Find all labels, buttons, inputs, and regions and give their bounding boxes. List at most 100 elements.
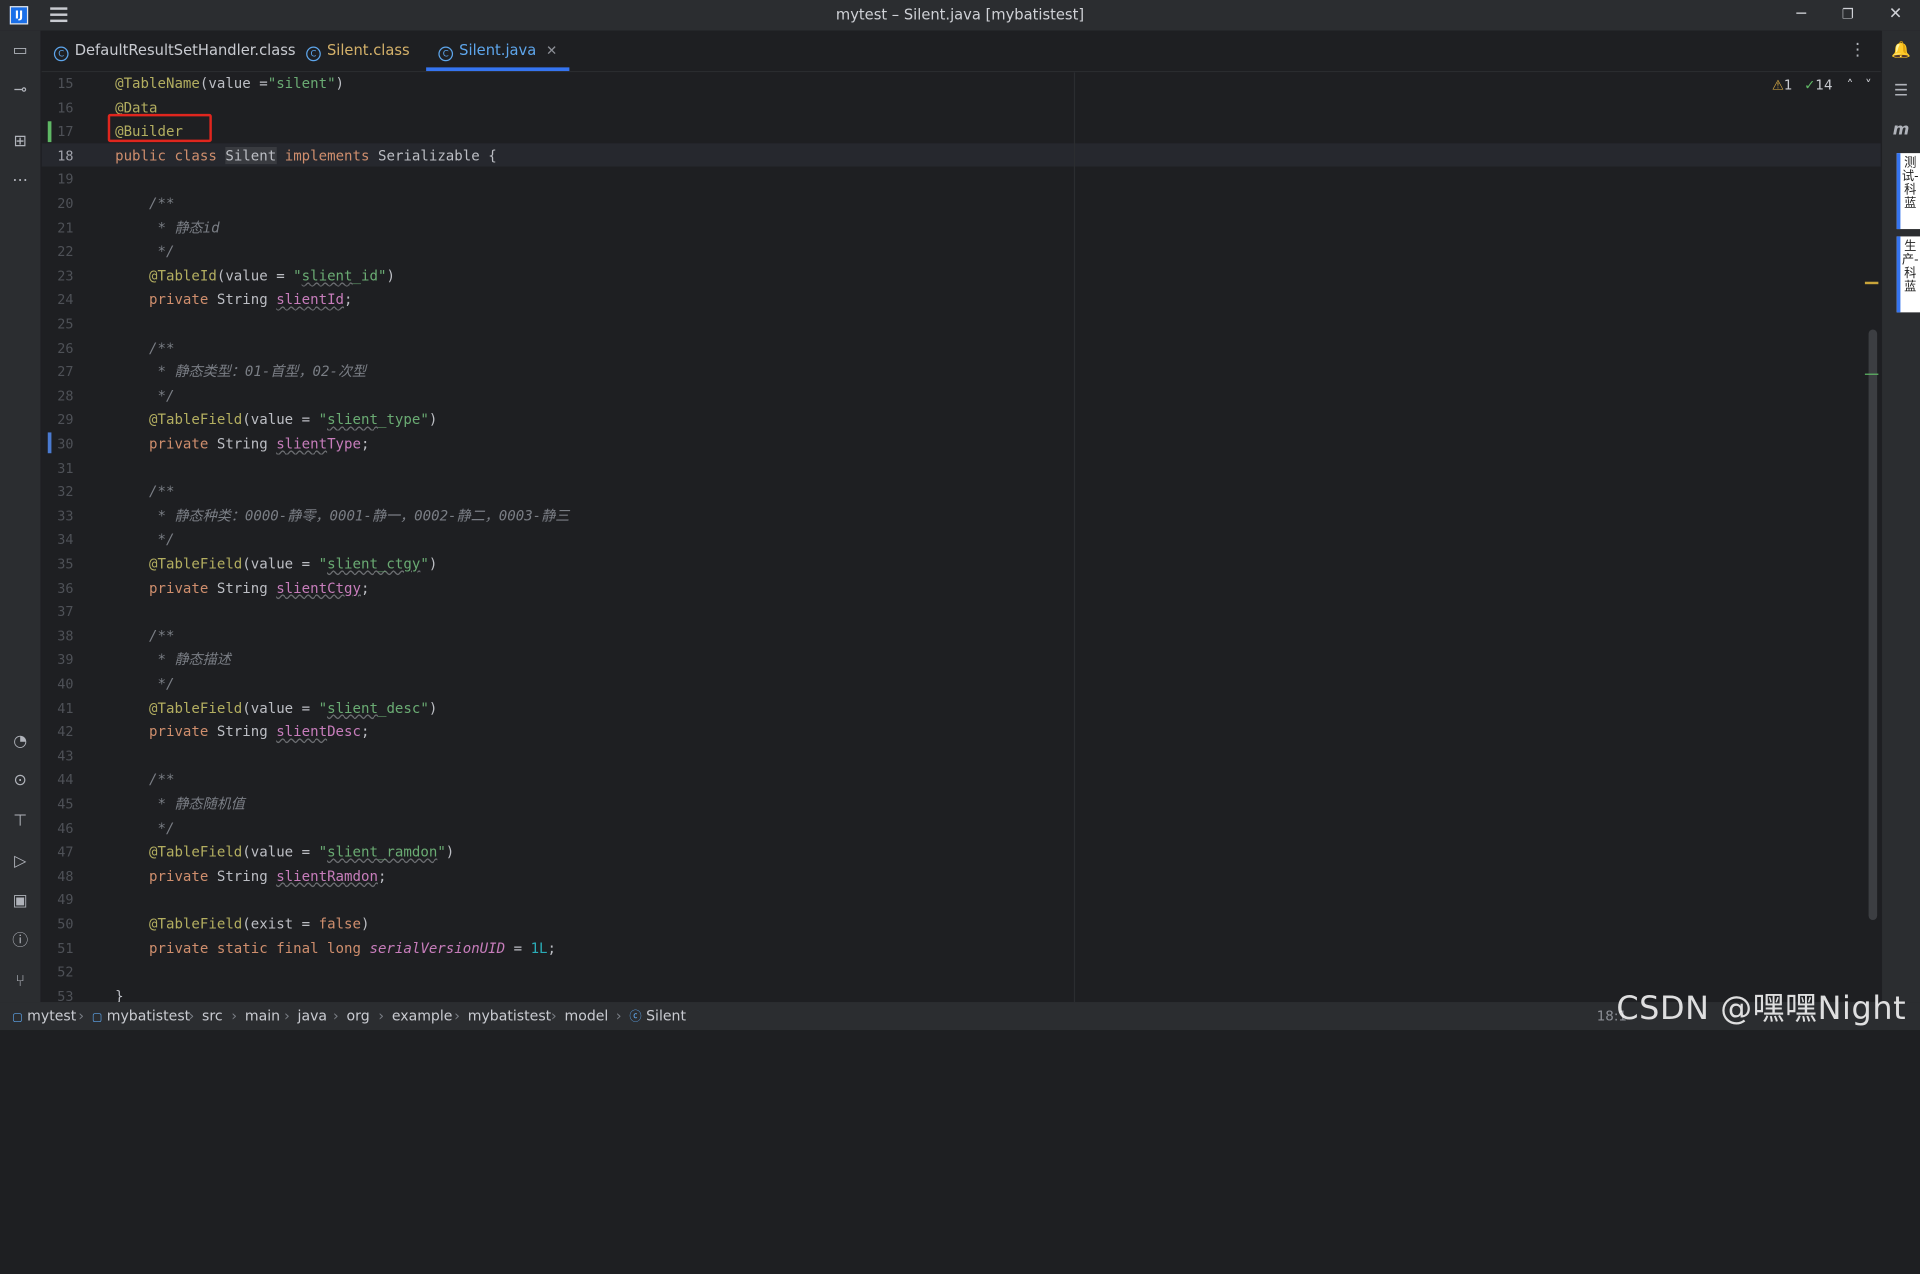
code-line[interactable]: */	[115, 817, 175, 840]
line-number: 31	[57, 460, 74, 477]
tab-defaultresultsethandler[interactable]: C DefaultResultSetHandler.class	[53, 31, 296, 71]
side-tab-prod-kelan[interactable]: 生产-科蓝	[1896, 236, 1920, 313]
tab-silent-java[interactable]: C Silent.java ✕	[426, 31, 570, 72]
profiler-icon[interactable]: ◔	[10, 731, 31, 752]
line-number: 33	[57, 508, 74, 525]
tab-label: Silent.java	[459, 41, 537, 59]
code-line[interactable]: @TableField(value = "slient_desc")	[115, 697, 437, 720]
breadcrumb-item[interactable]: src	[202, 1002, 223, 1030]
chevron-down-icon[interactable]: ˅	[1865, 77, 1872, 93]
project-folder-icon[interactable]: ▭	[10, 40, 31, 61]
code-line[interactable]: private String slientRamdon;	[115, 865, 386, 888]
tab-options-icon[interactable]: ⋮	[1849, 40, 1866, 60]
code-line[interactable]: @TableField(exist = false)	[115, 913, 369, 936]
modified-line-marker[interactable]	[47, 432, 52, 454]
code-line[interactable]: private String slientType;	[115, 432, 369, 455]
vertical-scrollbar[interactable]	[1868, 329, 1878, 920]
right-tool-strip: 🔔 ☰ m 测试-科蓝 生产-科蓝	[1882, 30, 1920, 1003]
tab-label: Silent.class	[326, 41, 410, 59]
code-line[interactable]: private static final long serialVersionU…	[115, 937, 556, 960]
status-bar	[0, 1030, 1920, 1040]
commit-icon[interactable]: ⊸	[10, 80, 31, 101]
line-number: 47	[57, 844, 74, 861]
line-number: 18	[57, 147, 74, 164]
code-line[interactable]: @TableField(value = "slient_ctgy")	[115, 552, 437, 575]
line-number: 43	[57, 748, 74, 765]
code-line[interactable]: /**	[115, 769, 174, 792]
close-tab-icon[interactable]: ✕	[546, 43, 557, 59]
breadcrumb-item[interactable]: model	[564, 1002, 608, 1030]
tab-silent-class[interactable]: C Silent.class	[306, 31, 410, 71]
breadcrumb-separator: ›	[551, 1006, 557, 1025]
code-line[interactable]: * 静态类型：01-首型，02-次型	[115, 360, 367, 383]
code-line[interactable]: */	[115, 673, 175, 696]
code-line[interactable]: public class Silent implements Serializa…	[115, 144, 497, 167]
added-line-marker[interactable]	[47, 121, 52, 143]
breadcrumb-item[interactable]: main	[245, 1002, 280, 1030]
maximize-button[interactable]: ❐	[1834, 4, 1861, 26]
code-line[interactable]: /**	[115, 624, 174, 647]
code-line[interactable]: private String slientDesc;	[115, 721, 369, 744]
code-line[interactable]: * 静态种类：0000-静零，0001-静一，0002-静二，0003-静三	[115, 504, 570, 527]
code-line[interactable]: * 静态描述	[115, 648, 231, 671]
breadcrumb-separator: ›	[284, 1006, 290, 1025]
code-line[interactable]: * 静态随机值	[115, 793, 245, 816]
line-number: 20	[57, 195, 74, 212]
highlight-box	[107, 113, 212, 143]
warning-stripe[interactable]	[1864, 281, 1879, 285]
code-line[interactable]: /**	[115, 192, 174, 215]
minimize-button[interactable]: ─	[1788, 4, 1815, 26]
breadcrumb-item[interactable]: java	[298, 1002, 328, 1030]
line-number: 27	[57, 364, 74, 380]
code-line[interactable]: /**	[115, 480, 174, 503]
breadcrumb-separator: ›	[188, 1006, 195, 1025]
code-line[interactable]: private String slientCtgy;	[115, 576, 369, 599]
terminal-icon[interactable]: ▣	[10, 891, 31, 912]
line-number: 41	[57, 700, 74, 717]
line-number: 30	[57, 436, 74, 453]
structure-icon[interactable]: ⊞	[10, 131, 31, 152]
code-line[interactable]: private String slientId;	[115, 288, 352, 311]
database-icon[interactable]: ☰	[1891, 81, 1912, 102]
breadcrumb-item[interactable]: example	[392, 1002, 453, 1030]
services-icon[interactable]: ⊙	[10, 771, 31, 792]
inspection-widget[interactable]: ⚠1 ✓14 ˄ ˅	[1772, 77, 1872, 93]
line-number: 28	[57, 388, 74, 404]
line-number: 16	[57, 99, 74, 116]
code-line[interactable]: */	[115, 384, 175, 407]
code-line[interactable]: }	[115, 985, 123, 1002]
git-icon[interactable]: ⑂	[10, 971, 31, 992]
line-number: 46	[57, 820, 74, 837]
code-line[interactable]: * 静态id	[115, 216, 220, 239]
breadcrumb-item[interactable]: ⓒ Silent	[629, 1002, 686, 1031]
problems-icon[interactable]: ⓘ	[10, 931, 31, 952]
code-line[interactable]: @TableField(value = "slient_ramdon")	[115, 841, 454, 864]
line-number: 26	[57, 340, 74, 356]
line-number: 23	[57, 268, 74, 284]
side-tab-test-kelan[interactable]: 测试-科蓝	[1896, 153, 1920, 230]
code-line[interactable]: */	[115, 528, 175, 551]
maven-icon[interactable]: m	[1891, 120, 1912, 141]
code-line[interactable]: @TableId(value = "slient_id")	[115, 264, 395, 287]
line-number: 35	[57, 556, 74, 573]
code-line[interactable]: @TableName(value ="silent")	[115, 72, 344, 95]
code-line[interactable]: @TableField(value = "slient_type")	[115, 408, 437, 431]
code-editor[interactable]: 15 @TableName(value ="silent") 16 @Data 17 @B…	[41, 72, 1881, 1003]
breadcrumb-item[interactable]: ▢ mybatistest	[92, 1002, 190, 1033]
breadcrumb-item[interactable]: mybatistest	[468, 1002, 551, 1030]
breadcrumb-separator: ›	[615, 1006, 622, 1025]
notifications-icon[interactable]: 🔔	[1891, 40, 1912, 61]
build-icon[interactable]: ⊤	[10, 811, 31, 832]
code-line[interactable]: */	[115, 240, 175, 263]
close-button[interactable]: ✕	[1882, 4, 1909, 26]
line-number: 19	[57, 171, 74, 188]
run-icon[interactable]: ▷	[10, 851, 31, 872]
change-stripe[interactable]	[1864, 373, 1879, 375]
line-number: 38	[57, 628, 74, 645]
chevron-up-icon[interactable]: ˄	[1847, 77, 1854, 93]
breadcrumb-item[interactable]: org	[347, 1002, 370, 1030]
breadcrumb-item[interactable]: ▢ mytest	[12, 1002, 76, 1033]
more-tools-icon[interactable]: ⋯	[10, 170, 31, 191]
java-class-icon: C	[438, 46, 454, 62]
code-line[interactable]: /**	[115, 336, 174, 359]
